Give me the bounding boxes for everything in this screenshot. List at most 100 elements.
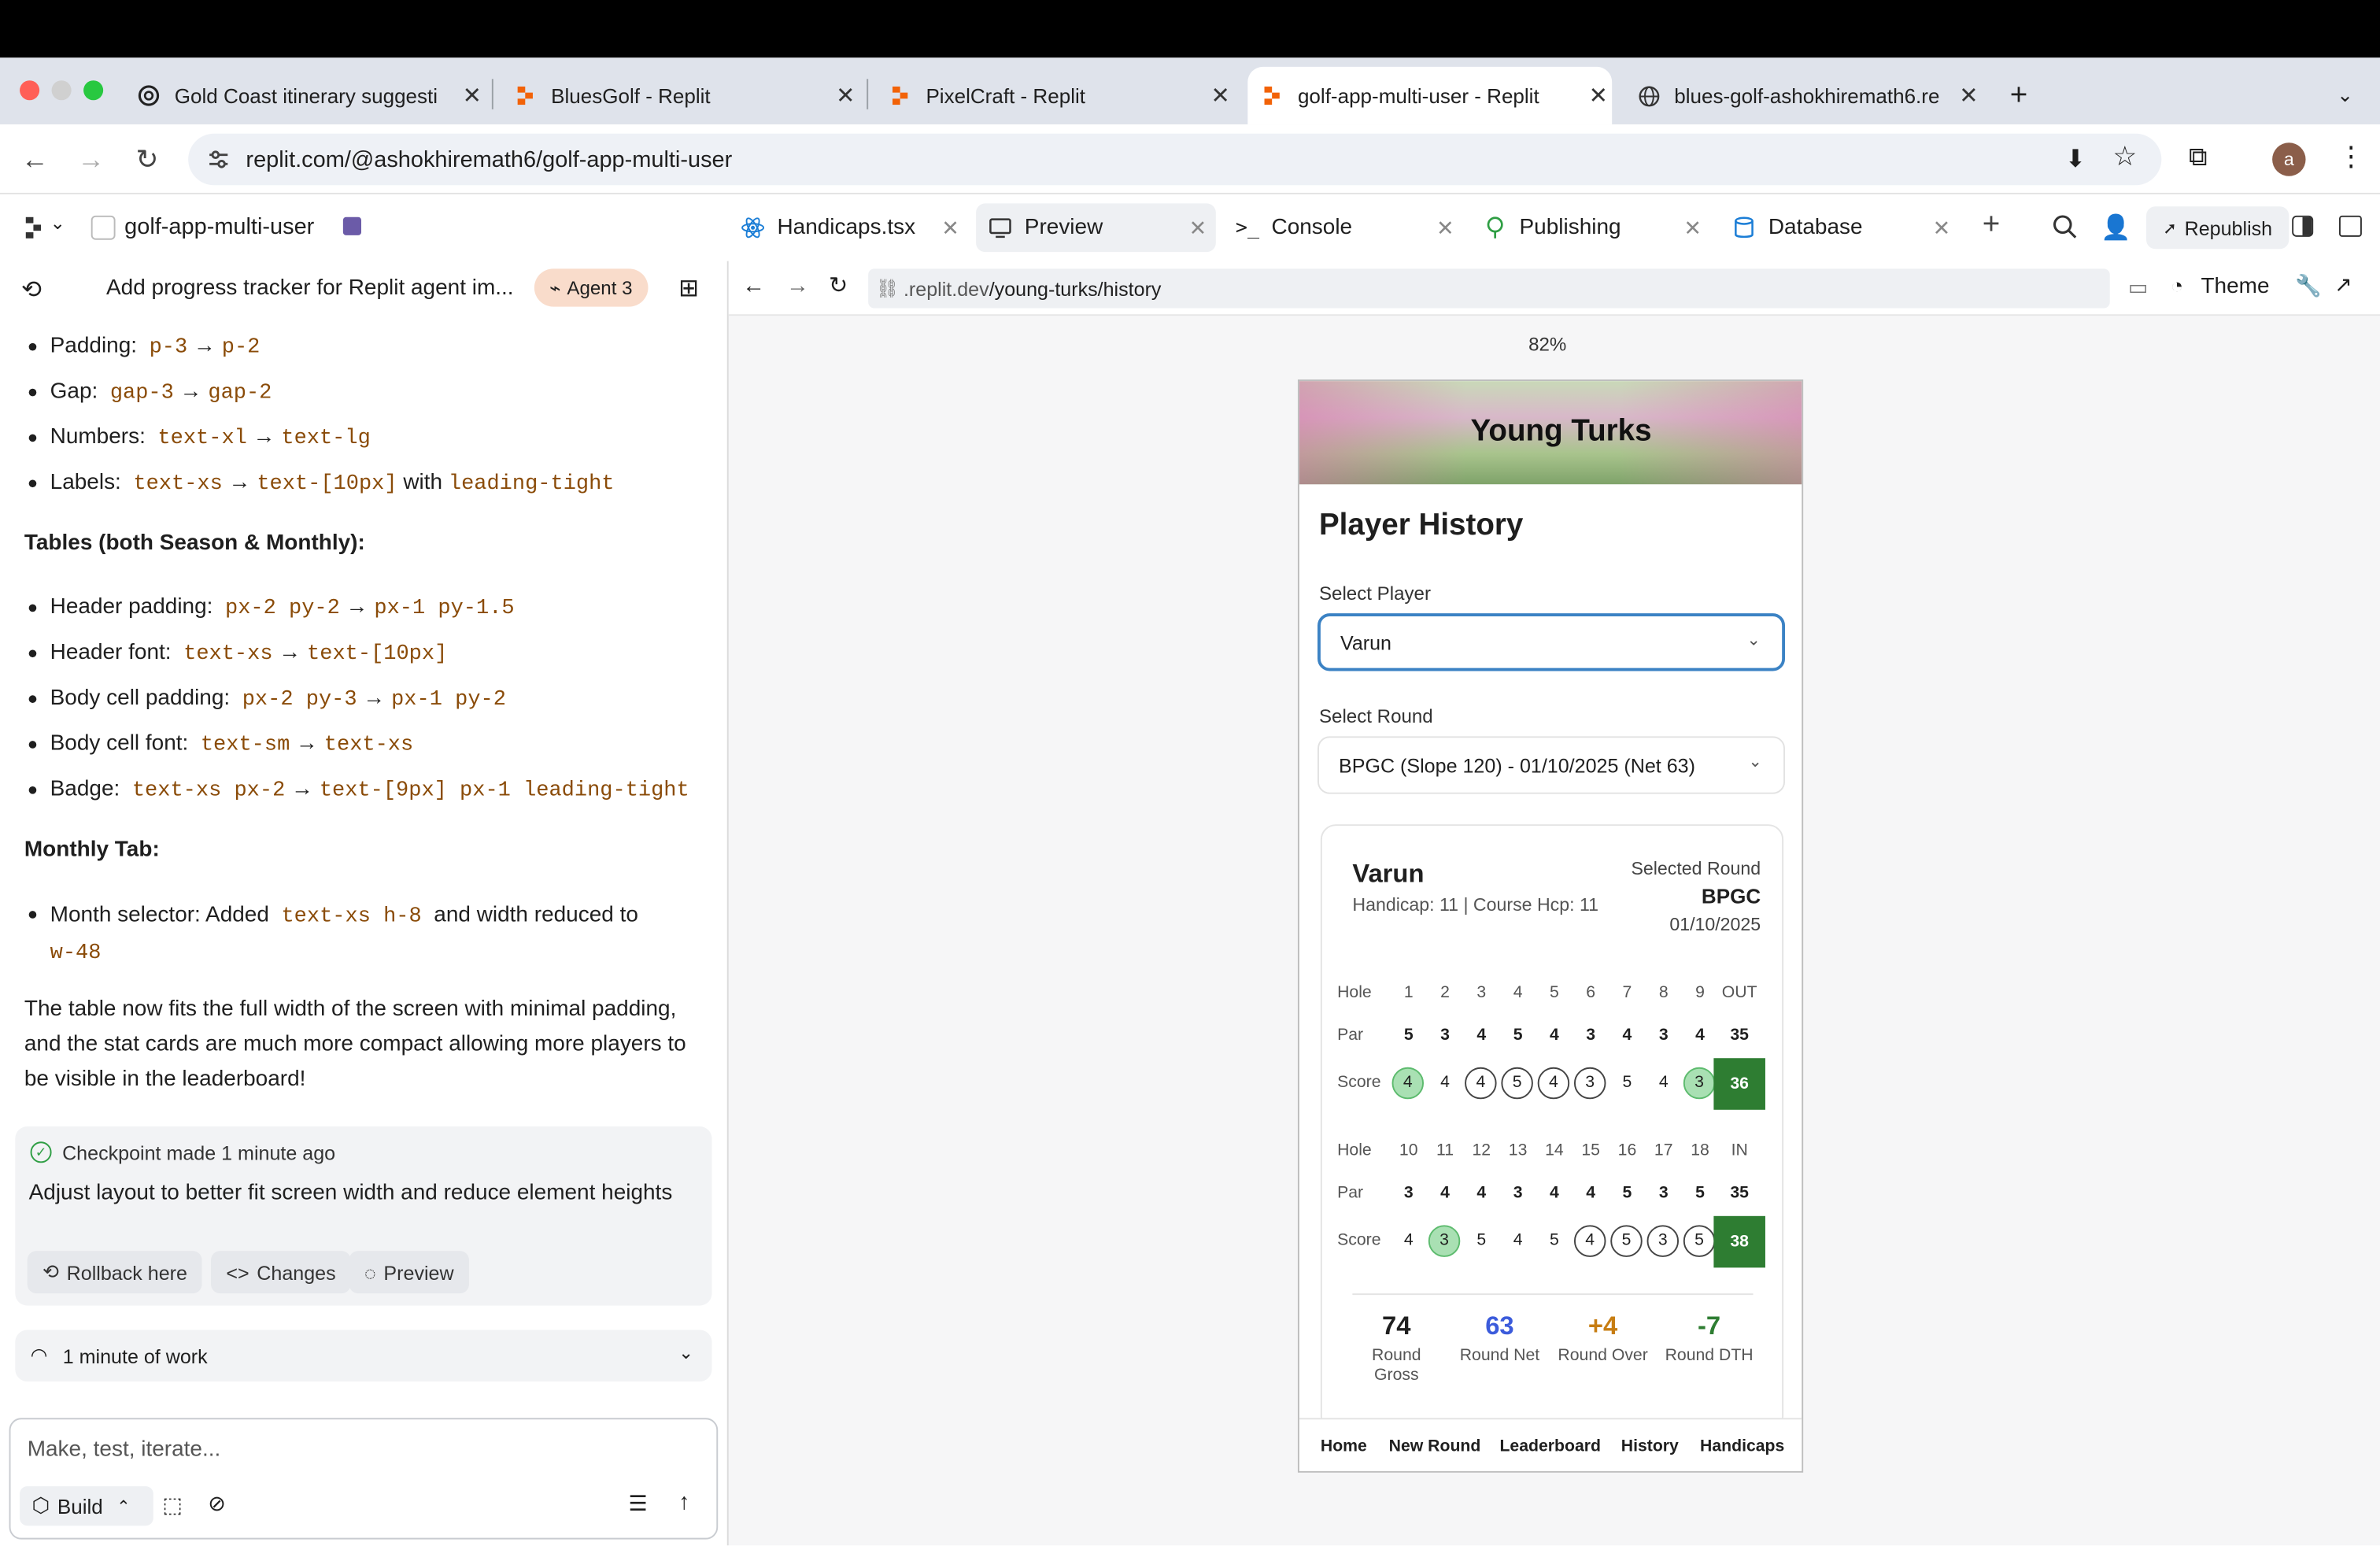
rollback-button[interactable]: ⟲ Rollback here [27, 1251, 203, 1294]
close-window-dot[interactable] [20, 80, 40, 101]
nav-history[interactable]: History [1621, 1437, 1679, 1455]
maximize-window-dot[interactable] [83, 80, 104, 101]
build-mode-button[interactable]: ⬡ Build ⌃ [20, 1486, 153, 1526]
score-cell: 4 [1513, 1231, 1523, 1250]
browser-address-row: ← → ↻ replit.com/@ashokhiremath6/golf-ap… [0, 124, 2380, 194]
browser-tab[interactable]: PixelCraft - Replit ✕ [876, 67, 1234, 124]
preview-url-input[interactable]: ⛓ .replit.dev/young-turks/history [868, 268, 2110, 309]
forward-arrow-icon[interactable]: → [72, 139, 111, 179]
row-label: Par [1337, 1184, 1364, 1203]
tab-publishing[interactable]: Publishing ✕ [1471, 203, 1711, 252]
tab-title: BluesGolf - Replit [551, 84, 711, 107]
select-element-icon[interactable]: ⬚ [162, 1492, 183, 1518]
close-icon[interactable]: ✕ [1955, 82, 1983, 109]
close-icon[interactable]: ✕ [458, 82, 486, 109]
work-summary[interactable]: ◠ 1 minute of work ⌄ [15, 1330, 712, 1382]
close-icon[interactable]: ✕ [1584, 82, 1612, 109]
history-icon[interactable]: ⟲ [21, 275, 42, 305]
browser-tab-strip: Gold Coast itinerary suggesti ✕ BluesGol… [0, 57, 2380, 125]
attach-icon[interactable]: ⊘ [208, 1491, 226, 1517]
install-app-icon[interactable]: ⬇ [2065, 144, 2086, 175]
round-select[interactable]: BPGC (Slope 120) - 01/10/2025 (Net 63) ⌄ [1318, 736, 1786, 794]
reload-icon[interactable]: ↻ [128, 139, 167, 179]
scorecard: Varun Handicap: 11 | Course Hcp: 11 Sele… [1320, 824, 1784, 1432]
close-icon[interactable]: ✕ [1436, 215, 1454, 241]
total-header: OUT [1721, 983, 1757, 1002]
republish-options-icon[interactable] [2292, 215, 2314, 237]
tab-handicaps-file[interactable]: Handicaps.tsx ✕ [729, 203, 969, 252]
wrench-icon[interactable]: 🔧 [2295, 273, 2322, 299]
agent-task-title[interactable]: Add progress tracker for Replit agent im… [106, 276, 514, 301]
toggle-panel-icon[interactable] [2338, 215, 2362, 237]
extensions-icon[interactable]: ⧉ [2189, 142, 2207, 173]
nav-handicaps[interactable]: Handicaps [1700, 1437, 1784, 1455]
selected-round-label: Selected Round [1631, 857, 1761, 879]
code-to: text-lg [281, 426, 371, 451]
nav-new-round[interactable]: New Round [1389, 1437, 1481, 1455]
course-name: BPGC [1701, 885, 1761, 908]
checkpoint-card: ✓ Checkpoint made 1 minute ago Adjust la… [15, 1126, 712, 1306]
devices-icon[interactable]: ▭ [2128, 275, 2149, 301]
profile-avatar[interactable]: a [2272, 142, 2306, 176]
agent-icon: ⌁ [549, 277, 561, 299]
back-arrow-icon[interactable]: ← [742, 273, 765, 299]
tab-search-button[interactable]: ⌄ [2330, 67, 2360, 124]
open-external-icon[interactable]: ↗ [2334, 272, 2352, 298]
tab-database[interactable]: Database ✕ [1720, 203, 1960, 252]
hole-number: 8 [1658, 983, 1669, 1002]
new-chat-icon[interactable]: ⊞ [678, 273, 699, 304]
player-select[interactable]: Varun ⌄ [1318, 613, 1786, 671]
score-cell: 4 [1465, 1067, 1497, 1100]
browser-tab[interactable]: Gold Coast itinerary suggesti ✕ [124, 67, 486, 124]
new-tab-button[interactable]: + [2001, 67, 2037, 124]
back-arrow-icon[interactable]: ← [15, 139, 54, 179]
agent-input[interactable]: Make, test, iterate... ⬡ Build ⌃ ⬚ ⊘ ☰ ↑ [9, 1418, 719, 1540]
search-icon[interactable] [2052, 214, 2078, 247]
add-tab-icon[interactable]: + [1983, 208, 2001, 242]
par-cell: 4 [1549, 1184, 1559, 1203]
close-icon[interactable]: ✕ [1933, 215, 1951, 241]
palette-icon[interactable]: ◔ [2171, 273, 2183, 298]
bookmark-star-icon[interactable]: ☆ [2112, 141, 2137, 173]
close-icon[interactable]: ✕ [832, 82, 859, 109]
forward-arrow-icon[interactable]: → [786, 273, 809, 299]
minimize-window-dot[interactable] [51, 80, 72, 101]
browser-tab[interactable]: blues-golf-ashokhiremath6.re ✕ [1624, 67, 1983, 124]
tab-console[interactable]: >_ Console ✕ [1223, 203, 1463, 252]
stat-label: Round DTH [1665, 1346, 1754, 1365]
list-item: Labels: text-xs → text-[10px] with leadi… [24, 468, 708, 513]
checkpoint-message: Adjust layout to better fit screen width… [28, 1181, 673, 1206]
close-icon[interactable]: ✕ [941, 215, 959, 241]
tab-preview[interactable]: Preview ✕ [976, 203, 1216, 253]
nav-home[interactable]: Home [1321, 1437, 1367, 1455]
settings-sliders-icon[interactable]: ☰ [628, 1491, 647, 1517]
code-from: text-xs px-2 [131, 779, 286, 804]
invite-user-icon[interactable]: 👤 [2101, 213, 2131, 243]
address-bar[interactable]: replit.com/@ashokhiremath6/golf-app-mult… [188, 133, 2162, 186]
hole-number: 7 [1622, 983, 1632, 1002]
list-item: Body cell padding: px-2 py-3 → px-1 py-2 [24, 683, 708, 729]
send-arrow-icon[interactable]: ↑ [678, 1489, 689, 1515]
chevron-down-icon: ⌄ [1748, 753, 1763, 771]
close-icon[interactable]: ✕ [1207, 82, 1234, 109]
chevron-down-icon[interactable]: ⌄ [50, 213, 65, 234]
replit-logo-icon[interactable] [24, 216, 46, 248]
theme-label[interactable]: Theme [2201, 275, 2269, 299]
browser-menu-icon[interactable]: ⋮ [2338, 141, 2365, 173]
score-cell: 5 [1622, 1073, 1632, 1092]
browser-tab[interactable]: BluesGolf - Replit ✕ [501, 67, 859, 124]
browser-tab-active[interactable]: golf-app-multi-user - Replit ✕ [1247, 66, 1613, 125]
par-cell: 4 [1440, 1184, 1450, 1203]
site-settings-icon[interactable] [206, 147, 231, 179]
republish-button[interactable]: ➚ Republish [2146, 206, 2289, 250]
reload-icon[interactable]: ↻ [829, 272, 848, 299]
preview-button[interactable]: ◌ Preview [349, 1251, 469, 1294]
zoom-level: 82% [1528, 334, 1567, 356]
close-icon[interactable]: ✕ [1189, 215, 1207, 241]
project-name[interactable]: golf-app-multi-user [124, 214, 314, 240]
close-icon[interactable]: ✕ [1683, 215, 1702, 241]
score-cell: 4 [1403, 1231, 1414, 1250]
nav-leaderboard[interactable]: Leaderboard [1499, 1437, 1601, 1455]
changes-button[interactable]: <> Changes [211, 1251, 351, 1294]
check-circle-icon: ✓ [30, 1141, 52, 1163]
